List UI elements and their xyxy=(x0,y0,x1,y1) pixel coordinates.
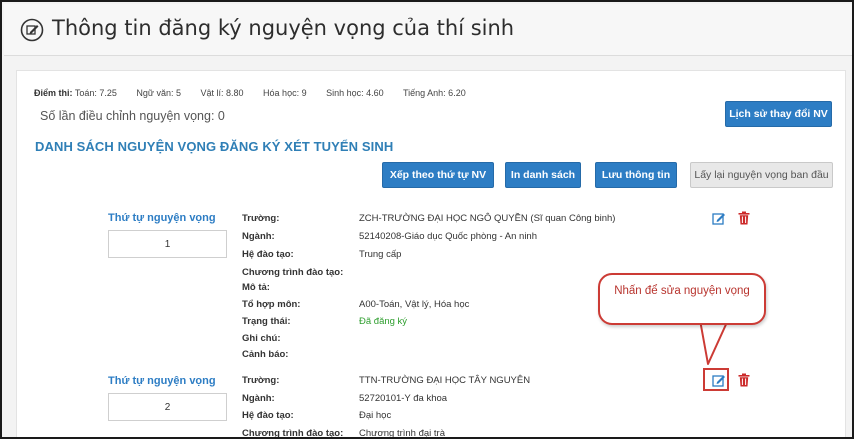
score-math: Toán: 7.25 xyxy=(74,88,117,98)
field-label: Ngành: xyxy=(242,231,275,242)
scores-label: Điểm thi: xyxy=(34,88,73,98)
field-label: Trường: xyxy=(242,375,280,386)
save-button[interactable]: Lưu thông tin xyxy=(595,162,677,188)
reset-button[interactable]: Lấy lại nguyện vọng ban đầu xyxy=(690,162,833,188)
delete-icon[interactable] xyxy=(738,211,750,225)
field-label: Ngành: xyxy=(242,393,275,404)
field-label: Chương trình đào tạo: xyxy=(242,267,344,278)
callout-pointer xyxy=(699,320,729,365)
adjust-count: Số lần điều chỉnh nguyện vọng: 0 xyxy=(40,109,225,123)
field-value: Chương trình đại trà xyxy=(359,428,445,439)
edit-icon[interactable] xyxy=(712,211,726,225)
field-value: ZCH-TRƯỜNG ĐẠI HỌC NGÔ QUYỀN (Sĩ quan Cô… xyxy=(359,213,616,224)
score-physics: Vật lí: 8.80 xyxy=(200,88,244,98)
score-literature: Ngữ văn: 5 xyxy=(136,88,181,98)
score-english: Tiếng Anh: 6.20 xyxy=(402,88,466,98)
edit-highlight-box xyxy=(703,368,729,391)
status-value: Đã đăng ký xyxy=(359,316,408,327)
section-title: DANH SÁCH NGUYỆN VỌNG ĐĂNG KÝ XÉT TUYỂN … xyxy=(35,139,394,154)
field-label: Trường: xyxy=(242,213,280,224)
field-label: Trạng thái: xyxy=(242,316,291,327)
exam-scores: Điểm thi: Toán: 7.25 Ngữ văn: 5 Vật lí: … xyxy=(34,88,483,98)
field-value: TTN-TRƯỜNG ĐẠI HỌC TÂY NGUYÊN xyxy=(359,375,531,386)
sort-button[interactable]: Xếp theo thứ tự NV xyxy=(382,162,494,188)
field-label: Cảnh báo: xyxy=(242,349,289,360)
edit-circle-icon xyxy=(20,18,44,42)
order-label: Thứ tự nguyện vọng xyxy=(108,212,216,224)
field-value: 52720101-Y đa khoa xyxy=(359,393,448,404)
field-label: Chương trình đào tạo: xyxy=(242,428,344,439)
score-biology: Sinh học: 4.60 xyxy=(326,88,384,98)
field-value: A00-Toán, Vật lý, Hóa học xyxy=(359,299,470,310)
screen-frame: Thông tin đăng ký nguyện vọng của thí si… xyxy=(0,0,854,439)
edit-hint-callout xyxy=(598,273,766,325)
page-title: Thông tin đăng ký nguyện vọng của thí si… xyxy=(52,16,515,40)
page-header: Thông tin đăng ký nguyện vọng của thí si… xyxy=(4,4,852,56)
history-button[interactable]: Lịch sử thay đổi NV xyxy=(725,101,832,127)
field-label: Hệ đào tạo: xyxy=(242,410,294,421)
delete-icon[interactable] xyxy=(738,373,750,387)
score-chemistry: Hóa học: 9 xyxy=(263,88,307,98)
field-label: Tổ hợp môn: xyxy=(242,299,301,310)
order-input[interactable]: 2 xyxy=(108,393,227,421)
field-label: Mô tả: xyxy=(242,282,270,293)
field-value: Đại học xyxy=(359,410,392,421)
order-input[interactable]: 1 xyxy=(108,230,227,258)
order-label: Thứ tự nguyện vọng xyxy=(108,375,216,387)
field-label: Hệ đào tạo: xyxy=(242,249,294,260)
field-label: Ghi chú: xyxy=(242,333,281,344)
callout-text: Nhấn để sửa nguyện vọng xyxy=(614,285,750,297)
field-value: 52140208-Giáo dục Quốc phòng - An ninh xyxy=(359,231,537,242)
print-button[interactable]: In danh sách xyxy=(505,162,581,188)
field-value: Trung cấp xyxy=(359,249,402,260)
